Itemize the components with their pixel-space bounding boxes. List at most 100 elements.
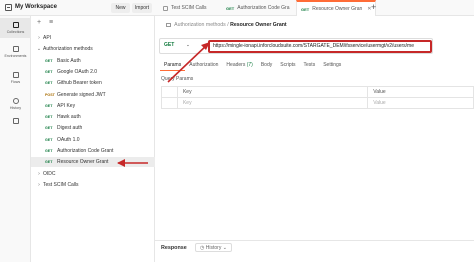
tree-item-label: API xyxy=(43,35,52,41)
breadcrumb-current[interactable]: Resource Owner Grant xyxy=(230,22,287,28)
request-item[interactable]: GET Digest auth xyxy=(31,123,155,133)
request-item[interactable]: GET Google OAuth 2.0 xyxy=(31,67,155,77)
tab-label: Tests xyxy=(303,62,316,68)
add-tab-icon[interactable]: + xyxy=(371,2,376,12)
tab-label: Test SCIM Calls xyxy=(171,5,207,11)
tab-headers[interactable]: Headers (7) xyxy=(222,62,256,71)
workspace-icon xyxy=(5,4,12,11)
add-icon[interactable]: + xyxy=(37,19,41,26)
filter-icon[interactable]: ≡ xyxy=(49,19,53,26)
tab-params[interactable]: Params xyxy=(160,62,186,71)
tab-label: Params xyxy=(164,62,182,68)
request-item[interactable]: GET API Key xyxy=(31,101,155,111)
folder-item[interactable]: ⌄ Authorization methods xyxy=(31,44,155,54)
column-header-key: Key xyxy=(176,86,369,98)
folder-item[interactable]: › API xyxy=(31,33,155,43)
breadcrumb-parent[interactable]: Authorization methods xyxy=(174,22,226,28)
tree-item-label: OAuth 1.0 xyxy=(57,136,80,143)
chevron-right-icon[interactable]: › xyxy=(35,35,43,41)
folder-item[interactable]: › Test SCIM Calls xyxy=(31,180,155,190)
rail-label: History xyxy=(9,106,22,110)
tab-label: Headers xyxy=(226,62,246,68)
query-params-table: Key Value Key Value xyxy=(161,86,474,109)
tab-authorization[interactable]: Authorization xyxy=(185,62,222,71)
url-input[interactable]: https://mingle-ionapi.inforcloudsuite.co… xyxy=(208,40,432,53)
chevron-down-icon: ⌄ xyxy=(186,42,190,47)
request-item[interactable]: GET Hawk auth xyxy=(31,112,155,122)
tab-method: GET xyxy=(301,6,310,12)
method-badge: GET xyxy=(45,81,53,86)
method-badge: GET xyxy=(45,69,53,74)
request-url-bar: GET ⌄ https://mingle-ionapi.inforcloudsui… xyxy=(159,38,433,54)
top-bar: My Workspace New Import Test SCIM Calls … xyxy=(0,0,474,16)
configure-icon xyxy=(12,118,19,124)
method-badge: GET xyxy=(45,126,53,131)
checkbox-cell xyxy=(161,86,178,98)
chevron-right-icon[interactable]: › xyxy=(35,182,43,188)
method-badge: GET xyxy=(45,115,53,120)
tab-scripts[interactable]: Scripts xyxy=(276,62,299,71)
tree-item-label: Basic Auth xyxy=(57,57,81,64)
method-badge: GET xyxy=(45,103,53,108)
rail-label: Flows xyxy=(10,80,21,84)
tree-item-label: Resource Owner Grant xyxy=(57,159,109,166)
tree-item-label: OIDC xyxy=(43,170,56,177)
query-params-title: Query Params xyxy=(161,76,194,82)
key-input[interactable]: Key xyxy=(176,97,369,109)
table-row: Key Value xyxy=(161,97,474,109)
breadcrumb: Authorization methods / Resource Owner G… xyxy=(166,22,287,28)
method-badge: POST xyxy=(45,92,55,97)
history-icon xyxy=(12,98,19,104)
method-select[interactable]: GET ⌄ xyxy=(164,42,190,48)
collections-icon xyxy=(12,22,19,28)
sidebar: + ≡ › API ⌄ Authorization methods GET Basic A… xyxy=(31,16,155,262)
tab-count: (7) xyxy=(246,62,253,68)
search-input[interactable] xyxy=(63,18,151,27)
tab-body[interactable]: Body xyxy=(257,62,276,71)
breadcrumb-separator: / xyxy=(227,22,229,28)
tab-label: Authorization Code Gra xyxy=(237,5,290,11)
tree-item-label: Digest auth xyxy=(57,125,83,132)
request-item[interactable]: GET Github Bearer token xyxy=(31,78,155,88)
tree-item-label: Authorization methods xyxy=(43,46,93,53)
tree-item-label: Generate signed JWT xyxy=(57,91,106,98)
workspace-title[interactable]: My Workspace xyxy=(15,4,57,10)
value-input[interactable]: Value xyxy=(367,97,474,109)
request-item[interactable]: GET Basic Auth xyxy=(31,56,155,66)
left-rail: Collections Environments Flows History xyxy=(0,16,31,262)
rail-label: Environments xyxy=(4,54,27,58)
rail-configure[interactable] xyxy=(0,118,31,126)
rail-environments[interactable]: Environments xyxy=(0,46,31,58)
tab-test-scim-calls[interactable]: Test SCIM Calls xyxy=(163,0,207,16)
request-item[interactable]: GET OAuth 1.0 xyxy=(31,135,155,145)
request-item[interactable]: GET Resource Owner Grant xyxy=(31,157,155,168)
tree-item-label: Github Bearer token xyxy=(57,80,102,87)
tree-item-label: Hawk auth xyxy=(57,114,81,121)
tab-tests[interactable]: Tests xyxy=(300,62,320,71)
table-header-row: Key Value xyxy=(161,86,474,98)
history-label: History xyxy=(205,245,222,251)
tab-settings[interactable]: Settings xyxy=(319,62,345,71)
chevron-right-icon[interactable]: › xyxy=(35,171,43,177)
request-item[interactable]: GET Authorization Code Grant xyxy=(31,146,155,156)
tab-authorization-code-grant[interactable]: GET Authorization Code Gra xyxy=(226,0,290,16)
folder-item[interactable]: › OIDC xyxy=(31,169,155,179)
new-button[interactable]: New xyxy=(111,3,130,13)
checkbox-cell[interactable] xyxy=(161,97,178,109)
tab-method: GET xyxy=(226,5,235,11)
history-button[interactable]: ◷ History ⌄ xyxy=(195,243,232,252)
request-item[interactable]: POST Generate signed JWT xyxy=(31,90,155,100)
tab-label: Authorization xyxy=(189,62,219,68)
rail-flows[interactable]: Flows xyxy=(0,72,31,84)
environments-icon xyxy=(12,46,19,52)
rail-history[interactable]: History xyxy=(0,98,31,110)
import-button[interactable]: Import xyxy=(132,3,152,13)
tree-item-label: Test SCIM Calls xyxy=(43,181,79,188)
chevron-down-icon[interactable]: ⌄ xyxy=(35,46,43,52)
rail-collections[interactable]: Collections xyxy=(0,18,31,38)
method-badge: GET xyxy=(45,58,53,63)
sidebar-toolbar: + ≡ xyxy=(37,19,59,26)
tree-item-label: Authorization Code Grant xyxy=(57,148,114,154)
tab-label: Settings xyxy=(323,62,342,68)
tab-resource-owner-grant[interactable]: GET Resource Owner Gran ✕ xyxy=(296,0,377,16)
